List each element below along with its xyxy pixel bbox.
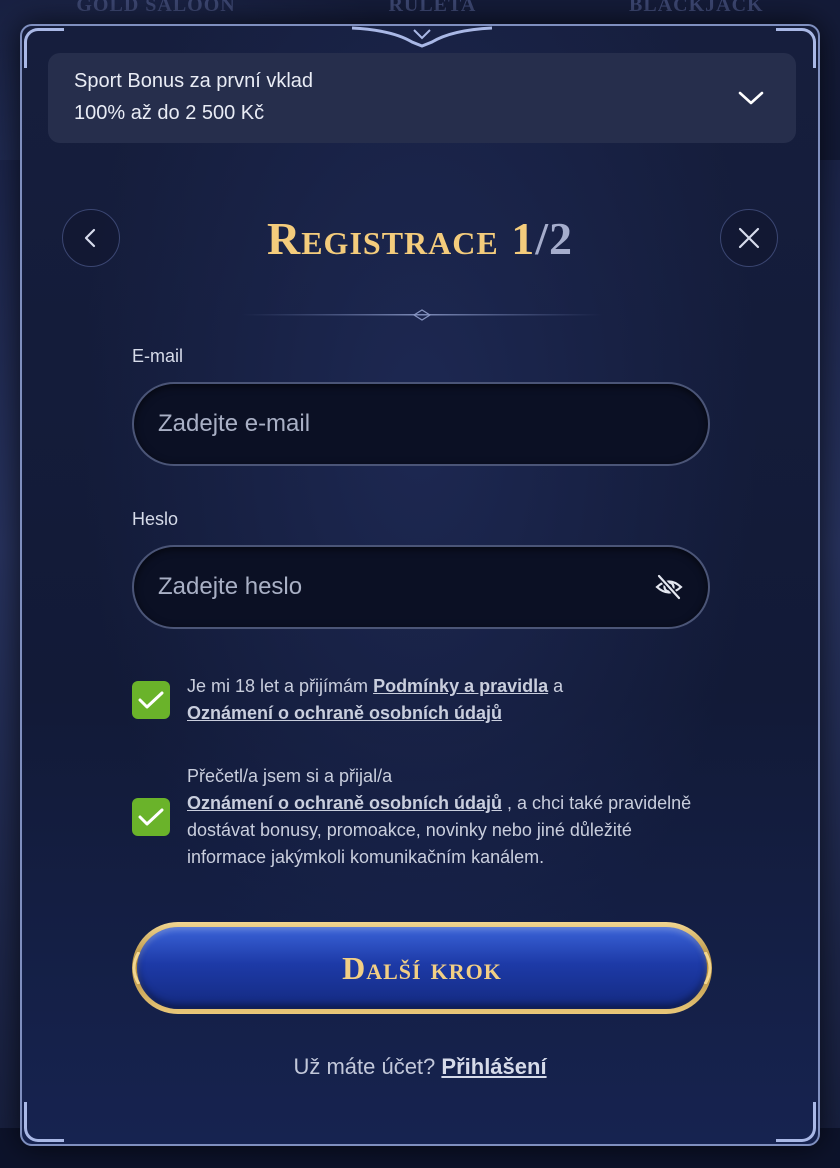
login-question: Už máte účet?: [293, 1054, 436, 1079]
consent-terms-text: Je mi 18 let a přijímám Podmínky a pravi…: [187, 673, 563, 727]
consent-terms-text-mid: a: [548, 676, 564, 696]
login-prompt: Už máte účet? Přihlášení: [22, 1054, 818, 1080]
consent-marketing-checkbox[interactable]: [132, 798, 170, 836]
bonus-title: Sport Bonus za první vklad: [74, 70, 314, 92]
registration-modal: Sport Bonus za první vklad 100% až do 2 …: [20, 24, 820, 1146]
button-ornament: [132, 952, 141, 984]
password-field-wrapper: [132, 545, 710, 629]
password-label: Heslo: [132, 509, 179, 529]
chevron-down-icon[interactable]: [736, 83, 766, 113]
bg-nav-item: GOLD SALOON: [76, 0, 236, 16]
consent-terms-checkbox[interactable]: [132, 681, 170, 719]
bg-nav-item: BLACKJACK: [629, 0, 764, 16]
title-step: Registrace 1: [266, 213, 536, 264]
next-step-label: Další krok: [137, 927, 707, 1009]
consent-marketing-text-start: Přečetl/a jsem si a přijal/a: [187, 766, 393, 786]
email-label: E-mail: [132, 346, 184, 366]
password-field[interactable]: [158, 573, 654, 601]
checkmark-icon: [138, 808, 164, 826]
bg-nav-item: RULETA: [388, 0, 477, 16]
title-separator: /: [535, 213, 549, 264]
privacy-notice-link[interactable]: Oznámení o ochraně osobních údajů: [187, 703, 502, 723]
top-ornament: [352, 26, 492, 48]
bonus-banner[interactable]: Sport Bonus za první vklad 100% až do 2 …: [48, 53, 796, 143]
email-field-wrapper: [132, 382, 710, 466]
title-step-total: 2: [549, 213, 573, 264]
corner-ornament: [776, 1102, 816, 1142]
consent-terms-row: Je mi 18 let a přijímám Podmínky a pravi…: [132, 673, 710, 727]
consent-terms-text-start: Je mi 18 let a přijímám: [187, 676, 374, 696]
registration-form: E-mail Heslo Je mi 18 let a přijímá: [132, 346, 710, 871]
login-link[interactable]: Přihlášení: [441, 1054, 546, 1079]
consent-marketing-text: Přečetl/a jsem si a přijal/a Oznámení o …: [187, 763, 707, 871]
terms-link[interactable]: Podmínky a pravidla: [373, 676, 548, 696]
button-ornament: [703, 952, 712, 984]
title-divider: [242, 309, 602, 321]
eye-off-icon[interactable]: [654, 572, 684, 602]
next-step-button[interactable]: Další krok: [132, 922, 712, 1014]
consent-marketing-row: Přečetl/a jsem si a přijal/a Oznámení o …: [132, 763, 710, 871]
checkmark-icon: [138, 691, 164, 709]
privacy-notice-link-2[interactable]: Oznámení o ochraně osobních údajů: [187, 793, 502, 813]
close-button[interactable]: [720, 209, 778, 267]
background-nav: GOLD SALOON RULETA BLACKJACK: [0, 0, 840, 24]
page-title: Registrace 1/2: [22, 212, 818, 265]
email-field[interactable]: [158, 410, 684, 438]
bonus-subtitle: 100% až do 2 500 Kč: [74, 102, 265, 124]
corner-ornament: [24, 1102, 64, 1142]
close-icon: [738, 227, 760, 249]
